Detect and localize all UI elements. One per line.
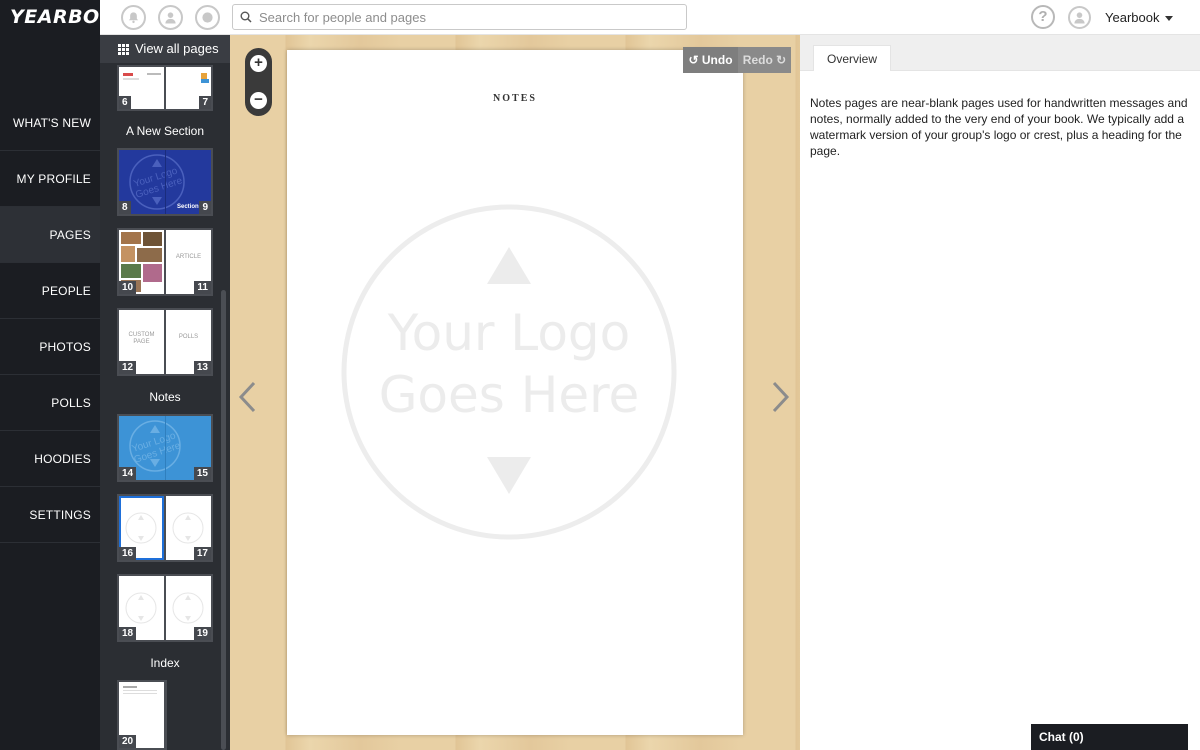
- undo-label: Undo: [701, 53, 733, 67]
- nav-polls[interactable]: POLLS: [0, 375, 100, 431]
- logo-watermark[interactable]: Your Logo Goes Here: [339, 202, 679, 547]
- pages-panel-scrollbar[interactable]: [221, 290, 226, 750]
- tab-overview[interactable]: Overview: [813, 45, 891, 71]
- top-bar: ? Yearbook: [100, 0, 1200, 35]
- page-thumb-8-9[interactable]: Your Logo Goes Here Section N 8 9: [117, 148, 213, 216]
- page-thumb-12-13[interactable]: CUSTOM PAGE POLLS 12 13: [117, 308, 213, 376]
- chat-button[interactable]: Chat (0): [1031, 724, 1188, 750]
- search-box: [232, 4, 687, 30]
- previous-page-arrow-icon[interactable]: [236, 380, 260, 414]
- page-number: 20: [119, 735, 137, 748]
- page-number: 18: [119, 627, 137, 640]
- nav-whats-new[interactable]: WHAT'S NEW: [0, 95, 100, 151]
- redo-label: Redo: [742, 53, 773, 67]
- zoom-in-button[interactable]: +: [250, 55, 267, 72]
- page-number: 13: [193, 361, 211, 374]
- page-number: 16: [119, 547, 137, 560]
- page-thumb-6-7[interactable]: 6 7: [117, 65, 213, 111]
- page-thumb-10-11[interactable]: ARTICLE 10 11: [117, 228, 213, 296]
- redo-icon: ↻: [776, 53, 787, 67]
- undo-redo-bar: ↺ Undo Redo ↻: [683, 47, 791, 73]
- search-icon: [240, 11, 252, 23]
- notifications-icon[interactable]: [121, 5, 146, 30]
- editor-canvas: + − Notes Your Logo Goes Here ↺ Undo: [230, 35, 800, 750]
- page-thumb-14-15[interactable]: Your Logo Goes Here 14 15: [117, 414, 213, 482]
- page-type-label: ARTICLE: [175, 254, 202, 260]
- details-tabs: Overview: [800, 35, 1200, 71]
- nav-photos[interactable]: PHOTOS: [0, 319, 100, 375]
- view-all-pages-label: View all pages: [135, 41, 219, 56]
- next-page-arrow-icon[interactable]: [768, 380, 792, 414]
- chevron-down-icon[interactable]: [1165, 16, 1173, 21]
- page-number: 17: [193, 547, 211, 560]
- page-type-label: POLLS: [178, 334, 199, 340]
- page-number: 11: [194, 281, 211, 294]
- notes-page[interactable]: Notes Your Logo Goes Here: [287, 50, 743, 735]
- search-input[interactable]: [259, 5, 679, 29]
- app-root: YEARBOOK ? Yearbook WHAT'S NEW MY PROFIL…: [0, 0, 1200, 750]
- page-thumb-16-17[interactable]: 16 17: [117, 494, 213, 562]
- zoom-controls: + −: [245, 48, 272, 116]
- page-heading[interactable]: Notes: [287, 93, 743, 104]
- help-icon[interactable]: ?: [1031, 5, 1055, 29]
- section-label-notes[interactable]: Notes: [100, 390, 230, 404]
- section-label-index[interactable]: Index: [100, 656, 230, 670]
- zoom-out-button[interactable]: −: [250, 92, 267, 109]
- view-all-pages-button[interactable]: View all pages: [100, 35, 230, 63]
- grid-icon: [118, 44, 129, 55]
- user-avatar[interactable]: [1068, 6, 1091, 29]
- page-thumb-18-19[interactable]: 18 19: [117, 574, 213, 642]
- page-number: 14: [119, 467, 137, 480]
- undo-button[interactable]: ↺ Undo: [683, 47, 738, 73]
- undo-icon: ↺: [688, 53, 699, 67]
- avatar-icon: [1074, 12, 1085, 24]
- nav-pages[interactable]: PAGES: [0, 207, 100, 263]
- nav-my-profile[interactable]: MY PROFILE: [0, 151, 100, 207]
- messages-icon[interactable]: [195, 5, 220, 30]
- page-number: 8: [119, 201, 131, 214]
- overview-description: Notes pages are near-blank pages used fo…: [810, 96, 1188, 158]
- page-number: 6: [119, 96, 131, 109]
- nav-settings[interactable]: SETTINGS: [0, 487, 100, 543]
- page-number: 19: [193, 627, 211, 640]
- page-type-label: CUSTOM PAGE: [128, 332, 155, 345]
- page-number: 9: [199, 201, 211, 214]
- app-logo[interactable]: YEARBOOK: [0, 0, 131, 35]
- details-panel: Overview Notes pages are near-blank page…: [800, 35, 1200, 750]
- watermark-line-2: Goes Here: [378, 366, 640, 424]
- redo-button[interactable]: Redo ↻: [738, 47, 791, 73]
- profile-icon[interactable]: [158, 5, 183, 30]
- page-number: 7: [199, 96, 211, 109]
- section-label-new-section[interactable]: A New Section: [100, 124, 230, 138]
- page-number: 12: [119, 361, 137, 374]
- page-number: 15: [193, 467, 211, 480]
- page-number: 10: [119, 281, 137, 294]
- watermark-line-1: Your Logo: [387, 304, 631, 362]
- user-menu-label[interactable]: Yearbook: [1105, 10, 1159, 25]
- pages-panel: View all pages 6 7 A New Section Your Lo…: [100, 35, 230, 750]
- nav-people[interactable]: PEOPLE: [0, 263, 100, 319]
- page-thumb-20[interactable]: 20: [117, 680, 167, 750]
- nav-hoodies[interactable]: HOODIES: [0, 431, 100, 487]
- main-sidebar: WHAT'S NEW MY PROFILE PAGES PEOPLE PHOTO…: [0, 35, 100, 750]
